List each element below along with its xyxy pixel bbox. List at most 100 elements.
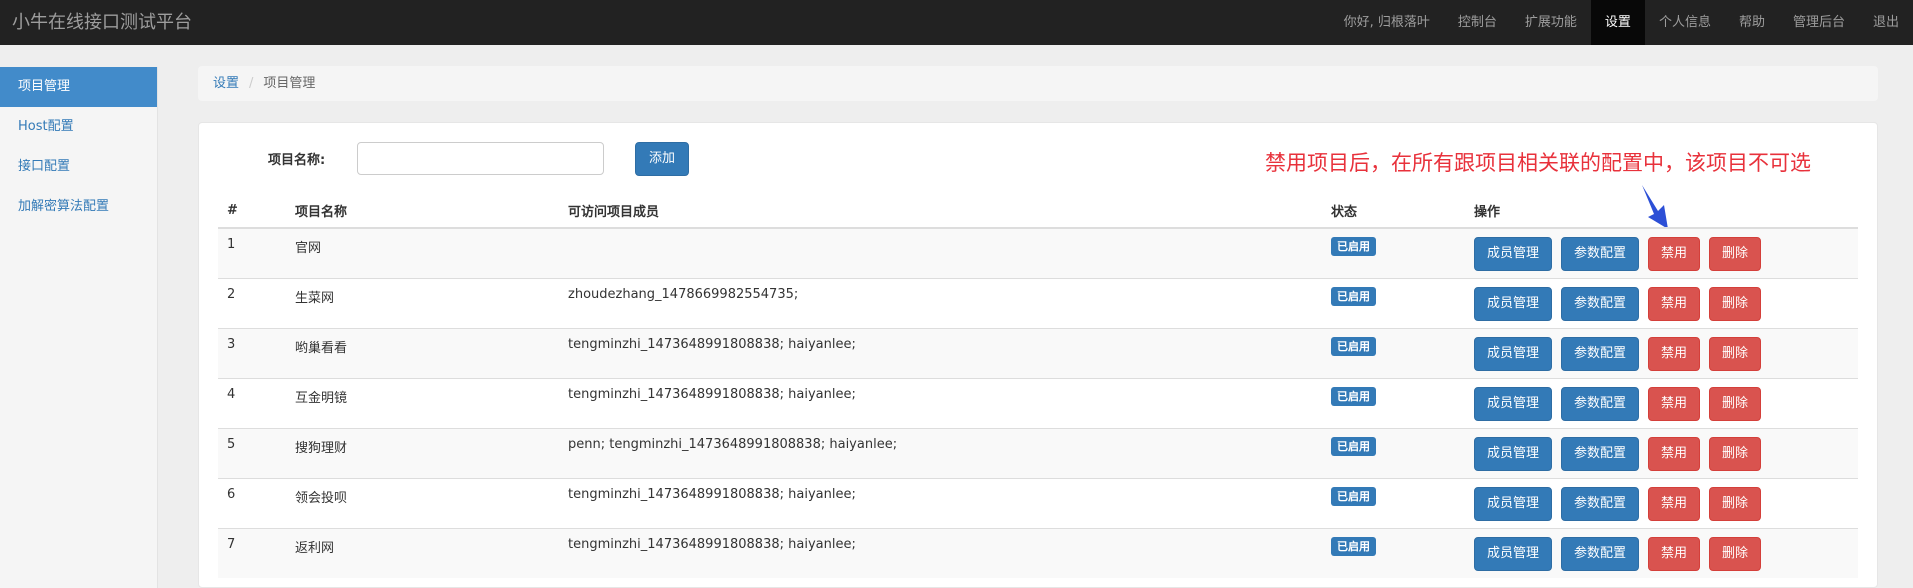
status-badge: 已启用: [1331, 286, 1376, 306]
nav-item-extensions[interactable]: 扩展功能: [1511, 0, 1591, 45]
cell-project-name: 返利网: [286, 527, 559, 578]
status-badge: 已启用: [1331, 237, 1376, 256]
table-header-row: # 项目名称 可访问项目成员 状态 操作: [218, 193, 1858, 229]
cell-actions: 成员管理 参数配置 禁用 删除: [1465, 527, 1858, 578]
disable-button[interactable]: 禁用: [1648, 536, 1701, 571]
cell-members: tengminzhi_1473648991808838; haiyanlee;: [559, 327, 1322, 378]
params-config-button[interactable]: 参数配置: [1561, 436, 1640, 471]
header-status: 状态: [1322, 193, 1465, 229]
delete-button[interactable]: 删除: [1709, 336, 1762, 371]
cell-status: 已启用: [1322, 227, 1465, 278]
header-members: 可访问项目成员: [559, 193, 1322, 229]
status-badge: 已启用: [1331, 536, 1376, 556]
delete-button[interactable]: 删除: [1709, 536, 1762, 571]
breadcrumb-separator: /: [249, 76, 254, 91]
cell-num: 7: [218, 527, 286, 578]
cell-members: penn; tengminzhi_1473648991808838; haiya…: [559, 427, 1322, 478]
cell-status: 已启用: [1322, 477, 1465, 528]
cell-project-name: 哟巢看看: [286, 327, 559, 378]
cell-status: 已启用: [1322, 277, 1465, 328]
cell-project-name: 搜狗理财: [286, 427, 559, 478]
breadcrumb-current: 项目管理: [263, 76, 316, 91]
members-manage-button[interactable]: 成员管理: [1474, 237, 1553, 271]
cell-num: 3: [218, 327, 286, 378]
breadcrumb-settings-link[interactable]: 设置: [213, 76, 239, 91]
nav-item-greeting[interactable]: 你好, 归根落叶: [1330, 0, 1444, 45]
params-config-button[interactable]: 参数配置: [1561, 486, 1640, 521]
cell-members: [559, 227, 1322, 278]
breadcrumb: 设置 / 项目管理: [198, 66, 1878, 101]
params-config-button[interactable]: 参数配置: [1561, 336, 1640, 371]
delete-button[interactable]: 删除: [1709, 386, 1762, 421]
disable-button[interactable]: 禁用: [1648, 436, 1701, 471]
nav-item-admin[interactable]: 管理后台: [1779, 0, 1859, 45]
disable-button[interactable]: 禁用: [1648, 486, 1701, 521]
params-config-button[interactable]: 参数配置: [1561, 286, 1640, 321]
add-project-button[interactable]: 添加: [635, 142, 689, 176]
nav-item-dashboard[interactable]: 控制台: [1444, 0, 1511, 45]
nav-item-help[interactable]: 帮助: [1725, 0, 1779, 45]
disable-button[interactable]: 禁用: [1648, 237, 1701, 271]
status-badge: 已启用: [1331, 336, 1376, 356]
cell-status: 已启用: [1322, 527, 1465, 578]
header-name: 项目名称: [286, 193, 559, 229]
table-row: 6 领会投呗 tengminzhi_1473648991808838; haiyan…: [218, 477, 1858, 528]
members-manage-button[interactable]: 成员管理: [1474, 336, 1553, 371]
cell-project-name: 领会投呗: [286, 477, 559, 528]
cell-actions: 成员管理 参数配置 禁用 删除: [1465, 227, 1858, 278]
cell-num: 4: [218, 377, 286, 428]
header-actions: 操作: [1465, 193, 1858, 229]
members-manage-button[interactable]: 成员管理: [1474, 436, 1553, 471]
cell-members: tengminzhi_1473648991808838; haiyanlee;: [559, 477, 1322, 528]
table-row: 4 互金明镜 tengminzhi_1473648991808838; haiyan…: [218, 377, 1858, 428]
table-row: 5 搜狗理财 penn; tengminzhi_1473648991808838; …: [218, 427, 1858, 478]
table-row: 1 官网 已启用 成员管理 参数配置 禁用 删除: [218, 227, 1858, 278]
project-name-input[interactable]: [357, 142, 604, 175]
cell-actions: 成员管理 参数配置 禁用 删除: [1465, 477, 1858, 528]
cell-project-name: 互金明镜: [286, 377, 559, 428]
nav-item-settings[interactable]: 设置: [1590, 0, 1645, 45]
members-manage-button[interactable]: 成员管理: [1474, 286, 1553, 321]
status-badge: 已启用: [1331, 436, 1376, 456]
sidebar: 项目管理 Host配置 接口配置 加解密算法配置: [0, 67, 158, 588]
params-config-button[interactable]: 参数配置: [1561, 237, 1640, 271]
disable-button[interactable]: 禁用: [1648, 386, 1701, 421]
delete-button[interactable]: 删除: [1709, 286, 1762, 321]
sidebar-item-projects[interactable]: 项目管理: [0, 67, 157, 107]
brand-title[interactable]: 小牛在线接口测试平台: [12, 0, 192, 45]
status-badge: 已启用: [1331, 486, 1376, 506]
sidebar-item-crypto[interactable]: 加解密算法配置: [0, 187, 157, 227]
nav-item-profile[interactable]: 个人信息: [1645, 0, 1725, 45]
cell-members: tengminzhi_1473648991808838; haiyanlee;: [559, 527, 1322, 578]
delete-button[interactable]: 删除: [1709, 237, 1762, 271]
delete-button[interactable]: 删除: [1709, 486, 1762, 521]
members-manage-button[interactable]: 成员管理: [1474, 386, 1553, 421]
status-badge: 已启用: [1331, 386, 1376, 406]
disable-button[interactable]: 禁用: [1648, 336, 1701, 371]
cell-num: 6: [218, 477, 286, 528]
params-config-button[interactable]: 参数配置: [1561, 536, 1640, 571]
header-num: #: [218, 193, 286, 229]
cell-project-name: 官网: [286, 227, 559, 278]
cell-actions: 成员管理 参数配置 禁用 删除: [1465, 427, 1858, 478]
table-row: 3 哟巢看看 tengminzhi_1473648991808838; haiyan…: [218, 327, 1858, 378]
project-name-label: 项目名称:: [268, 153, 326, 168]
params-config-button[interactable]: 参数配置: [1561, 386, 1640, 421]
cell-project-name: 生菜网: [286, 277, 559, 328]
cell-num: 1: [218, 227, 286, 278]
delete-button[interactable]: 删除: [1709, 436, 1762, 471]
disable-button[interactable]: 禁用: [1648, 286, 1701, 321]
cell-actions: 成员管理 参数配置 禁用 删除: [1465, 327, 1858, 378]
cell-status: 已启用: [1322, 377, 1465, 428]
cell-num: 2: [218, 277, 286, 328]
members-manage-button[interactable]: 成员管理: [1474, 536, 1553, 571]
cell-members: tengminzhi_1473648991808838; haiyanlee;: [559, 377, 1322, 428]
cell-actions: 成员管理 参数配置 禁用 删除: [1465, 277, 1858, 328]
members-manage-button[interactable]: 成员管理: [1474, 486, 1553, 521]
sidebar-item-host[interactable]: Host配置: [0, 107, 157, 147]
cell-actions: 成员管理 参数配置 禁用 删除: [1465, 377, 1858, 428]
sidebar-item-api[interactable]: 接口配置: [0, 147, 157, 187]
nav-item-logout[interactable]: 退出: [1859, 0, 1913, 45]
cell-members: zhoudezhang_1478669982554735;: [559, 277, 1322, 328]
cell-status: 已启用: [1322, 327, 1465, 378]
